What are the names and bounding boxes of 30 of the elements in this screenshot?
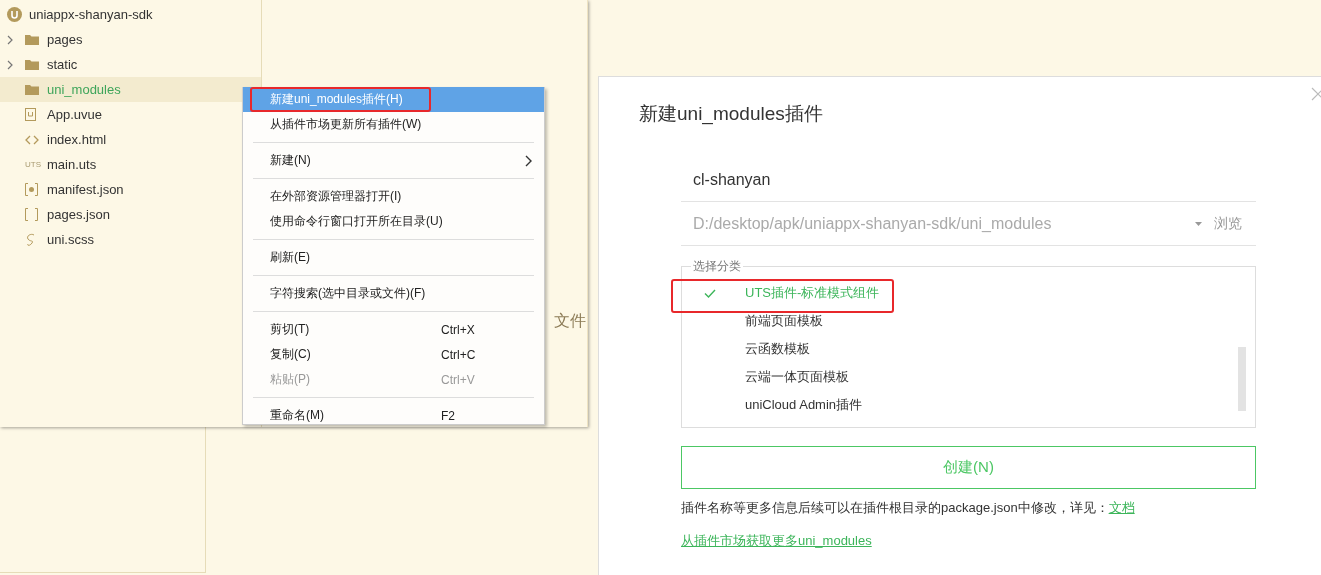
category-option[interactable]: 云端一体页面模板: [682, 363, 1255, 391]
menu-item[interactable]: 重命名(M) F2: [243, 403, 544, 424]
group-legend: 选择分类: [691, 258, 743, 275]
menu-item[interactable]: 剪切(T) Ctrl+X: [243, 317, 544, 342]
menu-item[interactable]: 复制(C) Ctrl+C: [243, 342, 544, 367]
scrollbar[interactable]: [1238, 347, 1246, 411]
tree-item[interactable]: static: [0, 52, 261, 77]
folder-icon: [25, 34, 39, 45]
uts-icon: UTS: [25, 160, 47, 169]
code-icon: [25, 134, 39, 145]
menu-item[interactable]: 字符搜索(选中目录或文件)(F): [243, 281, 544, 306]
name-field[interactable]: cl-shanyan: [681, 159, 1256, 202]
category-option[interactable]: 云函数模板: [682, 335, 1255, 363]
sass-icon: [25, 233, 37, 246]
brackets-icon: [25, 208, 38, 221]
gear-file-icon: [25, 183, 38, 196]
check-icon: [704, 288, 716, 298]
tree-item[interactable]: pages: [0, 27, 261, 52]
folder-icon: [25, 84, 39, 95]
project-item[interactable]: uniappx-shanyan-sdk: [0, 2, 261, 27]
editor-text: 文件: [554, 311, 587, 331]
folder-icon: [25, 59, 39, 70]
file-icon: [25, 108, 36, 121]
close-icon[interactable]: [1311, 87, 1321, 101]
category-option[interactable]: 前端页面模板: [682, 307, 1255, 335]
dropdown-caret-icon: [1195, 221, 1202, 226]
dialog-title: 新建uni_modules插件: [639, 102, 824, 125]
project-icon: [7, 7, 22, 22]
category-option[interactable]: uniCloud Admin插件: [682, 391, 1255, 419]
info-text: 插件名称等更多信息后续可以在插件根目录的package.json中修改，详见：: [681, 499, 1109, 517]
